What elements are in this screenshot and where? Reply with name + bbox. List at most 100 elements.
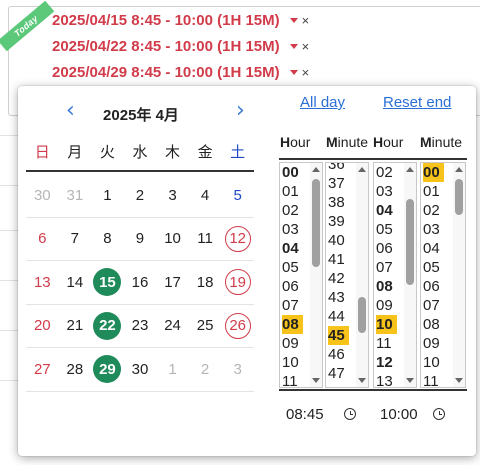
scrollbar-thumb[interactable] (312, 179, 320, 267)
calendar-day[interactable]: 9 (124, 218, 157, 261)
remove-entry-icon[interactable]: × (302, 40, 310, 53)
next-month-button[interactable]: › (236, 100, 245, 122)
end-hour-list[interactable]: 02 03 04 05 06 07 08 09 10 11 12 13 (373, 162, 417, 388)
calendar-day[interactable]: 3 (156, 174, 189, 217)
scroll-up-icon[interactable] (358, 167, 366, 172)
time-option[interactable]: 11 (374, 334, 397, 353)
calendar-day[interactable]: 25 (189, 305, 222, 348)
calendar-day[interactable]: 4 (189, 174, 222, 217)
scroll-up-icon[interactable] (455, 167, 463, 172)
time-option[interactable]: 46 (326, 345, 349, 364)
time-option[interactable]: 10 (280, 353, 303, 372)
calendar-day[interactable]: 3 (221, 348, 254, 391)
time-option[interactable]: 43 (326, 288, 349, 307)
dropdown-caret-icon[interactable] (289, 43, 298, 49)
calendar-day[interactable]: 14 (59, 261, 92, 304)
time-option[interactable]: 40 (326, 231, 349, 250)
end-minute-list[interactable]: 00 01 02 03 04 05 06 07 08 09 10 11 (420, 162, 466, 388)
calendar-day[interactable]: 18 (189, 261, 222, 304)
time-option[interactable]: 06 (421, 277, 444, 296)
calendar-day-marked[interactable]: 26 (221, 305, 254, 348)
calendar-day[interactable]: 17 (156, 261, 189, 304)
scrollbar[interactable] (310, 163, 322, 387)
calendar-day[interactable]: 30 (26, 174, 59, 217)
time-option[interactable]: 00 (280, 163, 303, 182)
time-option[interactable]: 05 (280, 258, 303, 277)
time-option[interactable]: 08 (280, 315, 303, 334)
date-entry-text[interactable]: 2025/04/15 8:45 - 10:00 (1H 15M) (52, 12, 280, 29)
time-option[interactable]: 37 (326, 174, 349, 193)
scrollbar[interactable] (453, 163, 465, 387)
time-option[interactable]: 38 (326, 193, 349, 212)
time-option[interactable]: 04 (421, 239, 444, 258)
time-option[interactable]: 05 (374, 220, 397, 239)
time-option[interactable]: 02 (280, 201, 303, 220)
start-time-value[interactable]: 08:45 (286, 406, 324, 423)
time-option[interactable]: 36 (326, 163, 349, 174)
calendar-day[interactable]: 24 (156, 305, 189, 348)
time-option[interactable]: 07 (421, 296, 444, 315)
time-option[interactable]: 10 (374, 315, 397, 334)
time-option[interactable]: 44 (326, 307, 349, 326)
time-option[interactable]: 05 (421, 258, 444, 277)
scroll-up-icon[interactable] (406, 167, 414, 172)
calendar-day[interactable]: 11 (189, 218, 222, 261)
time-option[interactable]: 45 (326, 326, 349, 345)
end-time-value[interactable]: 10:00 (380, 406, 418, 423)
clock-icon[interactable] (344, 408, 356, 420)
time-option[interactable]: 01 (421, 182, 444, 201)
clock-icon[interactable] (433, 408, 445, 420)
start-minute-list[interactable]: 36373839404142434445464748 (325, 162, 369, 388)
time-option[interactable]: 07 (280, 296, 303, 315)
time-option[interactable]: 08 (421, 315, 444, 334)
scrollbar-thumb[interactable] (358, 297, 366, 333)
time-option[interactable]: 10 (421, 353, 444, 372)
time-option[interactable]: 06 (374, 239, 397, 258)
time-option[interactable]: 07 (374, 258, 397, 277)
time-option[interactable]: 12 (374, 353, 397, 372)
time-option[interactable]: 11 (280, 372, 303, 387)
calendar-day[interactable]: 27 (26, 348, 59, 391)
time-option[interactable]: 03 (374, 182, 397, 201)
scroll-down-icon[interactable] (455, 378, 463, 383)
time-option[interactable]: 02 (374, 163, 397, 182)
calendar-day[interactable]: 13 (26, 261, 59, 304)
calendar-day-selected[interactable]: 22 (91, 305, 124, 348)
dropdown-caret-icon[interactable] (289, 69, 298, 75)
calendar-day[interactable]: 6 (26, 218, 59, 261)
date-entry-text[interactable]: 2025/04/29 8:45 - 10:00 (1H 15M) (52, 64, 280, 81)
remove-entry-icon[interactable]: × (302, 14, 310, 27)
scrollbar-thumb[interactable] (406, 199, 414, 285)
time-option[interactable]: 09 (280, 334, 303, 353)
scroll-down-icon[interactable] (358, 378, 366, 383)
time-option[interactable]: 47 (326, 364, 349, 383)
date-entry-text[interactable]: 2025/04/22 8:45 - 10:00 (1H 15M) (52, 38, 280, 55)
remove-entry-icon[interactable]: × (302, 66, 310, 79)
calendar-day[interactable]: 23 (124, 305, 157, 348)
date-entry[interactable]: 2025/04/15 8:45 - 10:00 (1H 15M) × (52, 9, 309, 31)
calendar-day[interactable]: 1 (156, 348, 189, 391)
time-option[interactable]: 13 (374, 372, 397, 387)
scrollbar-thumb[interactable] (455, 179, 463, 215)
scrollbar[interactable] (356, 163, 368, 387)
time-option[interactable]: 04 (280, 239, 303, 258)
calendar-day[interactable]: 10 (156, 218, 189, 261)
time-option[interactable]: 02 (421, 201, 444, 220)
dropdown-caret-icon[interactable] (289, 17, 298, 23)
calendar-day[interactable]: 1 (91, 174, 124, 217)
calendar-day[interactable]: 2 (189, 348, 222, 391)
time-option[interactable]: 06 (280, 277, 303, 296)
time-option[interactable]: 08 (374, 277, 397, 296)
calendar-day[interactable]: 7 (59, 218, 92, 261)
time-option[interactable]: 11 (421, 372, 444, 387)
scroll-down-icon[interactable] (406, 378, 414, 383)
start-hour-list[interactable]: 00 01 02 03 04 05 06 07 08 09 10 11 (279, 162, 323, 388)
scrollbar[interactable] (404, 163, 416, 387)
all-day-link[interactable]: All day (300, 94, 345, 111)
calendar-day[interactable]: 30 (124, 348, 157, 391)
calendar-day-marked[interactable]: 12 (221, 218, 254, 261)
time-option[interactable]: 03 (280, 220, 303, 239)
time-option[interactable]: 41 (326, 250, 349, 269)
scroll-up-icon[interactable] (312, 167, 320, 172)
calendar-day[interactable]: 2 (124, 174, 157, 217)
